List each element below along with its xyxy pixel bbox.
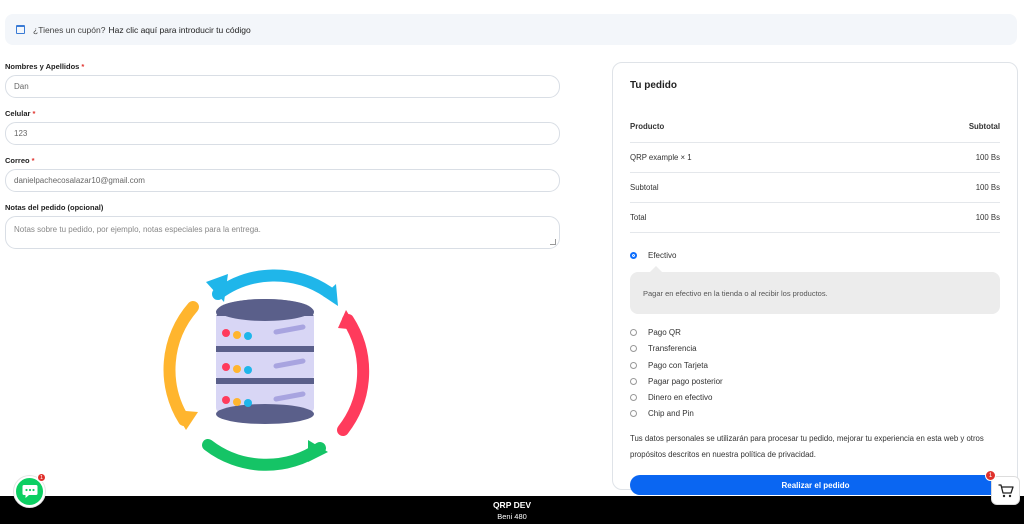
order-subtotal-row: Subtotal 100 Bs <box>630 173 1000 203</box>
footer-address: Beni 480 <box>497 512 527 521</box>
database-sync-illustration <box>163 269 370 471</box>
order-total-row: Total 100 Bs <box>630 203 1000 233</box>
footer: QRP DEV Beni 480 <box>0 496 1024 524</box>
phone-input[interactable]: 123 <box>5 122 560 145</box>
order-item-row: QRP example × 1 100 Bs <box>630 143 1000 173</box>
payment-description: Pagar en efectivo en la tienda o al reci… <box>630 266 1000 315</box>
payment-option-efectivo[interactable]: Efectivo <box>630 247 1000 263</box>
radio-icon[interactable] <box>630 410 637 418</box>
payment-methods: Efectivo Pagar en efectivo en la tienda … <box>630 247 1000 422</box>
chat-bubble-icon <box>22 485 37 498</box>
coupon-link[interactable]: Haz clic aquí para introducir tu código <box>108 25 250 35</box>
notes-textarea[interactable]: Notas sobre tu pedido, por ejemplo, nota… <box>5 216 560 249</box>
payment-option[interactable]: Pagar pago posterior <box>630 373 1000 389</box>
name-input[interactable]: Dan <box>5 75 560 98</box>
notes-placeholder: Notas sobre tu pedido, por ejemplo, nota… <box>14 225 261 234</box>
checkout-form: Nombres y Apellidos * Dan Celular * 123 Co… <box>5 62 561 249</box>
payment-option[interactable]: Chip and Pin <box>630 406 1000 422</box>
radio-icon[interactable] <box>630 328 637 336</box>
payment-option[interactable]: Dinero en efectivo <box>630 389 1000 405</box>
notes-label: Notas del pedido (opcional) <box>5 203 104 212</box>
radio-icon[interactable] <box>630 394 637 402</box>
name-label: Nombres y Apellidos * <box>5 62 85 71</box>
radio-icon[interactable] <box>630 377 637 385</box>
payment-option[interactable]: Pago con Tarjeta <box>630 357 1000 373</box>
footer-title: QRP DEV <box>492 500 532 510</box>
order-title: Tu pedido <box>630 80 678 91</box>
email-label: Correo * <box>5 156 35 165</box>
cart-button[interactable] <box>991 476 1020 505</box>
order-header-row: Producto Subtotal <box>630 111 1000 143</box>
coupon-prefix: ¿Tienes un cupón? <box>33 24 106 35</box>
coupon-bar: ¿Tienes un cupón? Haz clic aquí para int… <box>5 14 1017 45</box>
place-order-button[interactable]: Realizar el pedido <box>630 475 1001 496</box>
privacy-text: Tus datos personales se utilizarán para … <box>630 434 984 460</box>
radio-icon[interactable] <box>630 361 637 369</box>
resize-grip-icon[interactable] <box>550 239 556 245</box>
calendar-icon <box>16 25 25 34</box>
order-summary: Tu pedido Producto Subtotal QRP example … <box>612 62 1018 496</box>
chat-badge: 1 <box>37 473 46 482</box>
email-input[interactable]: danielpachecosalazar10@gmail.com <box>5 169 560 192</box>
cart-icon <box>998 483 1014 497</box>
cart-badge: 1 <box>985 470 996 481</box>
payment-option[interactable]: Transferencia <box>630 341 1000 357</box>
radio-icon[interactable] <box>630 345 637 353</box>
payment-option[interactable]: Pago QR <box>630 324 1000 340</box>
phone-label: Celular * <box>5 109 36 118</box>
radio-selected-icon[interactable] <box>630 251 637 259</box>
